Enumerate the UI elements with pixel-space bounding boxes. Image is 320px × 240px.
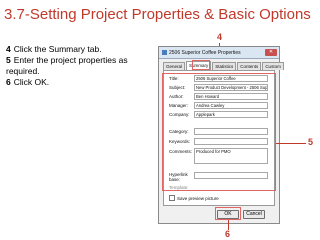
tab-general[interactable]: General (163, 62, 186, 70)
dialog-title: 2506 Superior Coffee Properties (169, 50, 241, 56)
tab-bar: General Summary Statistics Contents Cust… (163, 61, 285, 70)
fields-highlight (162, 73, 276, 191)
step-6: 6 Click OK. (6, 77, 156, 88)
app-icon (162, 50, 167, 55)
step-5: 5 Enter the project properties as require… (6, 55, 156, 77)
save-preview-checkbox[interactable] (169, 195, 175, 201)
step-4: 4 Click the Summary tab. (6, 44, 156, 55)
step-number: 4 (6, 44, 11, 54)
step-text: Click the Summary tab. (13, 44, 102, 54)
step-number: 6 (6, 77, 11, 87)
step-text: Click OK. (13, 77, 50, 87)
slide-title: 3.7-Setting Project Properties & Basic O… (4, 6, 311, 23)
save-preview-row[interactable]: Save preview picture (169, 195, 219, 202)
ok-button-highlight (215, 207, 241, 220)
callout-5-line (276, 143, 306, 144)
callout-6-number: 6 (225, 229, 231, 239)
close-button[interactable]: ✕ (265, 49, 277, 56)
tab-statistics[interactable]: Statistics (212, 62, 237, 70)
cancel-button[interactable]: Cancel (243, 210, 265, 219)
save-preview-label: Save preview picture (177, 196, 219, 201)
tab-custom[interactable]: Custom (262, 62, 284, 70)
callout-4-number: 4 (217, 32, 223, 42)
summary-tab-highlight (192, 60, 210, 70)
instruction-list: 4 Click the Summary tab. 5 Enter the proje… (6, 44, 156, 88)
callout-5-number: 5 (308, 137, 314, 147)
step-number: 5 (6, 55, 11, 65)
step-text: Enter the project properties as required… (6, 55, 128, 76)
tab-contents[interactable]: Contents (237, 62, 262, 70)
dialog-titlebar: 2506 Superior Coffee Properties ✕ (159, 47, 279, 59)
